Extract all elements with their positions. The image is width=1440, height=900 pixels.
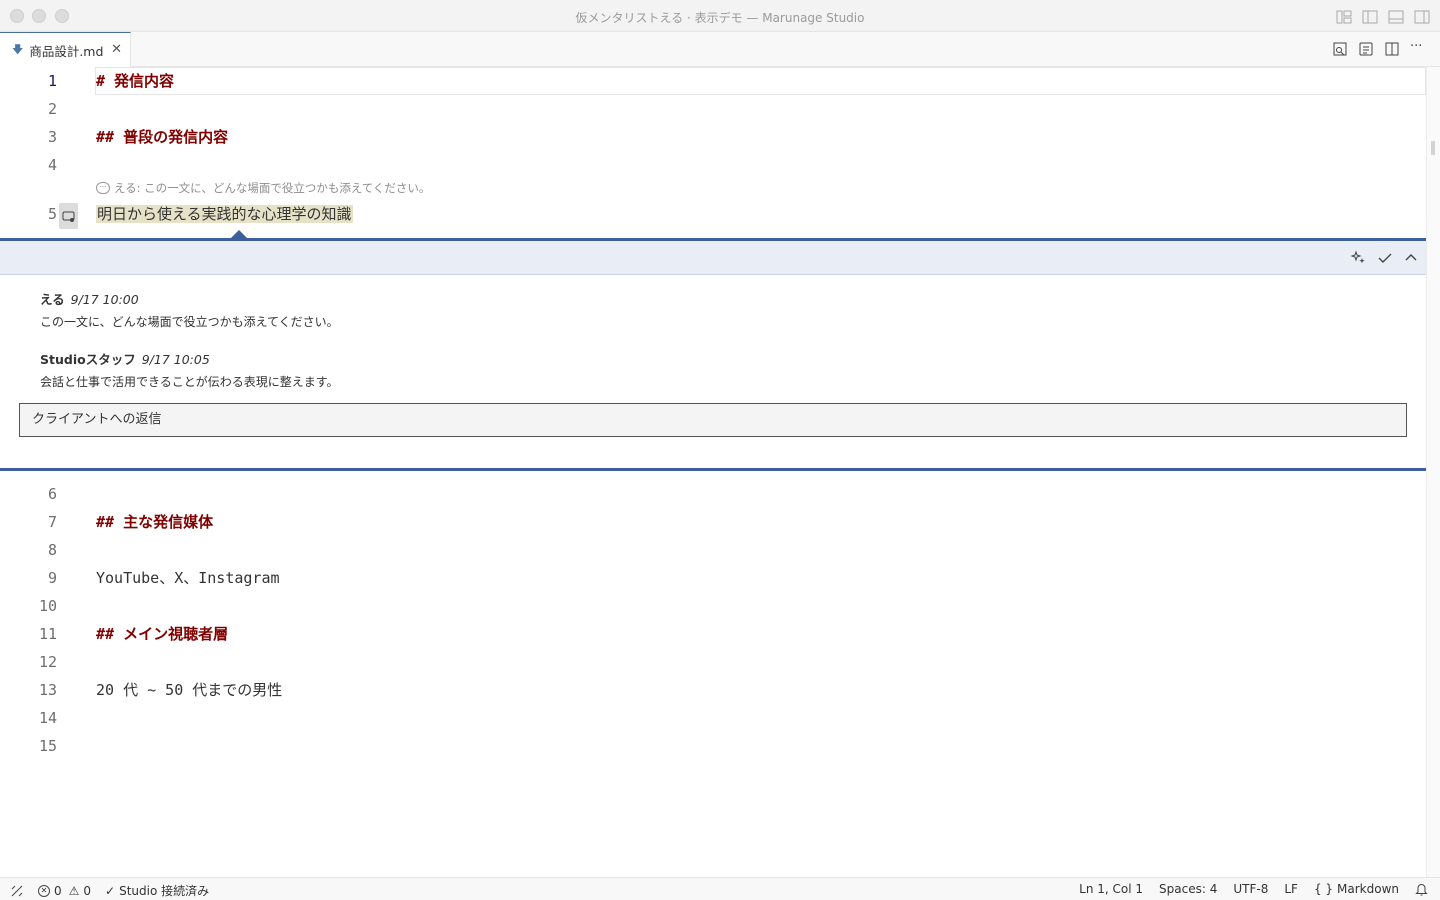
toggle-panel-icon[interactable] [1388,9,1404,24]
line-number: 6 [47,485,57,503]
line-number: 7 [47,513,57,531]
status-bar: ✕ 0 ⚠ 0 ✓ Studio 接続済み Ln 1, Col 1 Spaces… [0,877,1440,900]
line-number: 15 [38,737,57,755]
editor-line[interactable]: 5 明日から使える実践的な心理学の知識 [0,200,1426,228]
language-mode[interactable]: { } Markdown [1314,882,1399,896]
comment-bubble-icon: ··· [96,182,110,194]
line-number: 14 [38,709,57,727]
collapse-chevron-up-icon[interactable] [1402,249,1420,267]
title-bar: 仮メンタリストえる · 表示デモ — Marunage Studio [0,0,1440,32]
comment-author: Studioスタッフ [40,352,136,367]
problems-indicator[interactable]: ✕ 0 ⚠ 0 [38,884,91,898]
remote-indicator-icon[interactable] [10,884,24,898]
warning-count: 0 [83,883,92,898]
editor-line[interactable]: 9 YouTube、X、Instagram [0,564,1426,592]
check-icon: ✓ [105,883,116,898]
line-number: 13 [38,681,57,699]
window-title: 仮メンタリストえる · 表示デモ — Marunage Studio [575,11,865,25]
notifications-bell-icon[interactable] [1415,882,1428,896]
markdown-file-icon: 🡇 [12,42,24,56]
customize-layout-icon[interactable] [1336,9,1352,24]
line-number: 3 [47,128,57,146]
more-actions-icon[interactable]: ··· [1410,40,1426,57]
line-text: ## メイン視聴者層 [96,625,229,643]
comment-gutter-icon[interactable] [59,203,78,229]
comment-body: 会話と仕事で活用できることが伝わる表現に整えます。 [40,375,339,389]
line-number: 1 [47,72,57,90]
editor-line[interactable]: 4 [0,151,1426,179]
line-text: 20 代 ~ 50 代までの男性 [96,681,283,699]
open-preview-icon[interactable] [1332,41,1348,57]
inline-comment-hint-text: える: この一文に、どんな場面で役立つかも添えてください。 [114,181,431,195]
end-of-line[interactable]: LF [1284,882,1298,896]
encoding[interactable]: UTF-8 [1233,882,1268,896]
sparkle-icon[interactable] [1350,249,1368,267]
line-text: ## 主な発信媒体 [96,513,214,531]
tab-label: 商品設計.md [29,43,104,59]
line-number: 2 [47,100,57,118]
comment-thread-widget: える 9/17 10:00 この一文に、どんな場面で役立つかも添えてください。 S… [0,238,1426,471]
scrollbar-thumb[interactable] [1431,141,1435,155]
line-text: ## 普段の発信内容 [96,128,229,146]
editor-line[interactable]: 14 [0,704,1426,732]
line-number: 5 [47,205,57,223]
reply-input[interactable]: クライアントへの返信 [19,403,1407,437]
editor-line[interactable]: 12 [0,648,1426,676]
warning-icon: ⚠ [68,883,80,898]
line-text: YouTube、X、Instagram [96,569,280,587]
language-label: Markdown [1337,882,1399,896]
line-number: 4 [47,156,57,174]
editor-line[interactable]: 11 ## メイン視聴者層 [0,620,1426,648]
editor-line[interactable]: 13 20 代 ~ 50 代までの男性 [0,676,1426,704]
editor-line[interactable]: 15 [0,732,1426,760]
line-number: 12 [38,653,57,671]
braces-icon: { } [1313,882,1334,896]
indentation[interactable]: Spaces: 4 [1159,882,1217,896]
comment-header: える 9/17 10:00 [40,289,139,308]
inline-comment-hint: ··· える: この一文に、どんな場面で役立つかも添えてください。 [96,180,430,196]
comment-thread-header [0,241,1426,275]
editor-line[interactable]: 8 [0,536,1426,564]
comment-timestamp: 9/17 10:05 [141,352,210,367]
comment-author: える [40,292,65,307]
comment-timestamp: 9/17 10:00 [70,292,139,307]
toggle-primary-sidebar-icon[interactable] [1362,9,1378,24]
close-icon[interactable]: ✕ [111,42,122,57]
cursor-position[interactable]: Ln 1, Col 1 [1079,882,1143,896]
editor-line[interactable]: 2 [0,95,1426,123]
error-count: 0 [54,883,62,898]
editor-line[interactable]: 1 # 発信内容 [0,67,1426,95]
studio-connection-status[interactable]: ✓ Studio 接続済み [105,882,209,899]
split-editor-icon[interactable] [1384,41,1400,57]
current-line-highlight [95,67,1426,95]
vertical-scrollbar[interactable] [1426,67,1440,877]
editor-line[interactable]: 7 ## 主な発信媒体 [0,508,1426,536]
comment-header: Studioスタッフ 9/17 10:05 [40,349,210,368]
line-number: 10 [38,597,57,615]
line-number: 11 [38,625,57,643]
preview-side-icon[interactable] [1358,41,1374,57]
tab-product-design-md[interactable]: 🡇 商品設計.md ✕ [0,32,131,67]
editor-line[interactable]: 3 ## 普段の発信内容 [0,123,1426,151]
line-number: 9 [47,569,57,587]
editor-line[interactable]: 10 [0,592,1426,620]
tab-bar: 🡇 商品設計.md ✕ ··· [0,32,1440,67]
editor-area[interactable]: 1 # 発信内容 2 3 ## 普段の発信内容 4 ··· える: この一文に、… [0,67,1426,877]
resolve-check-icon[interactable] [1376,249,1394,267]
comment-body: この一文に、どんな場面で役立つかも添えてください。 [40,315,339,329]
toggle-secondary-sidebar-icon[interactable] [1414,9,1430,24]
commented-text-highlight[interactable]: 明日から使える実践的な心理学の知識 [96,205,353,223]
line-number: 8 [47,541,57,559]
editor-line[interactable]: 6 [0,480,1426,508]
connection-label: Studio 接続済み [119,884,210,898]
line-text: # 発信内容 [96,72,175,90]
error-icon: ✕ [38,884,50,897]
